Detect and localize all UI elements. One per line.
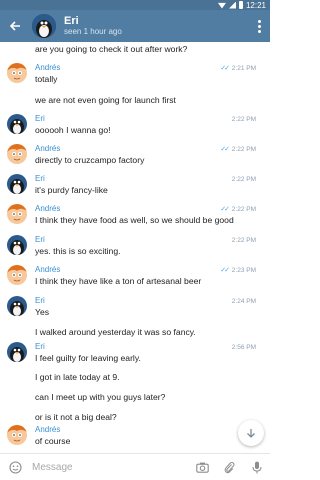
fry-avatar-icon xyxy=(7,144,27,164)
penguin-avatar-icon xyxy=(7,174,27,194)
sender-name: Eri xyxy=(35,114,45,123)
wifi-icon xyxy=(217,2,226,9)
status-bar: 12:21 xyxy=(0,0,270,10)
back-button[interactable] xyxy=(0,10,30,42)
message-input[interactable] xyxy=(30,461,189,473)
contact-name: Eri xyxy=(64,15,79,27)
message-text: of course xyxy=(35,436,71,446)
arrow-down-icon xyxy=(247,429,255,438)
microphone-icon xyxy=(252,461,261,473)
attach-button[interactable] xyxy=(216,454,243,480)
emoji-button[interactable] xyxy=(0,454,30,480)
fry-avatar[interactable] xyxy=(7,425,27,445)
header-info[interactable]: Eri seen 1 hour ago xyxy=(64,15,248,37)
message-text: it's purdy fancy-like xyxy=(35,185,108,195)
message-text: or is it not a big deal? xyxy=(35,412,117,422)
penguin-avatar[interactable] xyxy=(7,296,27,316)
sender-name: Andrés xyxy=(35,144,61,153)
message-text: I feel guilty for leaving early. xyxy=(35,353,141,363)
penguin-avatar[interactable] xyxy=(7,114,27,134)
voice-message-button[interactable] xyxy=(243,454,270,480)
sender-name: Eri xyxy=(35,296,45,305)
fry-avatar-icon xyxy=(7,265,27,285)
message-text: are you going to check it out after work… xyxy=(35,44,188,54)
penguin-avatar-icon xyxy=(7,342,27,362)
more-dot-icon xyxy=(257,29,261,33)
more-dot-icon xyxy=(257,24,261,28)
sender-name: Eri xyxy=(35,235,45,244)
message-list[interactable]: are you going to check it out after work… xyxy=(0,42,270,453)
status-time: 12:21 xyxy=(245,0,266,10)
read-check-icon: ✓✓ xyxy=(220,206,230,213)
camera-button[interactable] xyxy=(189,454,216,480)
battery-icon xyxy=(238,1,243,9)
fry-avatar-icon xyxy=(7,204,27,224)
penguin-avatar[interactable] xyxy=(7,174,27,194)
scroll-down-button[interactable] xyxy=(238,420,264,446)
message-time: ✓✓ 2:23 PM xyxy=(220,267,256,274)
message-text: I walked around yesterday it was so fanc… xyxy=(35,327,196,337)
sender-name: Eri xyxy=(35,342,45,351)
penguin-avatar[interactable] xyxy=(7,235,27,255)
fry-avatar-icon xyxy=(7,425,27,445)
read-check-icon: ✓✓ xyxy=(220,146,230,153)
sender-name: Andrés xyxy=(35,265,61,274)
status-icons: 12:21 xyxy=(217,0,266,10)
message-time: ✓✓ 2:21 PM xyxy=(220,65,256,72)
message-time: 2:22 PM xyxy=(231,176,256,183)
more-menu-button[interactable] xyxy=(248,10,270,42)
message-time: 2:24 PM xyxy=(231,298,256,305)
message-text: totally xyxy=(35,74,58,84)
paperclip-icon xyxy=(224,461,235,473)
fry-avatar[interactable] xyxy=(7,63,27,83)
fry-avatar[interactable] xyxy=(7,144,27,164)
sender-name: Eri xyxy=(35,174,45,183)
message-text: directly to cruzcampo factory xyxy=(35,155,145,165)
more-dot-icon xyxy=(257,19,261,23)
penguin-avatar-icon xyxy=(7,235,27,255)
chat-header: Eri seen 1 hour ago xyxy=(0,10,270,42)
penguin-avatar-icon xyxy=(32,14,56,38)
message-text: I think they have food as well, so we sh… xyxy=(35,215,234,225)
contact-status: seen 1 hour ago xyxy=(64,27,122,36)
signal-icon xyxy=(228,1,236,9)
message-text: I think they have like a ton of artesana… xyxy=(35,276,202,286)
message-time: 2:56 PM xyxy=(231,344,256,351)
read-check-icon: ✓✓ xyxy=(220,267,230,274)
message-text: oooooh I wanna go! xyxy=(35,125,111,135)
message-time: ✓✓ 2:22 PM xyxy=(220,146,256,153)
message-text: Yes xyxy=(35,307,50,317)
back-arrow-icon xyxy=(9,21,20,31)
sender-name: Andrés xyxy=(35,204,61,213)
message-text: yes. this is so exciting. xyxy=(35,246,121,256)
fry-avatar[interactable] xyxy=(7,265,27,285)
message-time: 2:22 PM xyxy=(231,116,256,123)
penguin-avatar-icon xyxy=(7,114,27,134)
fry-avatar[interactable] xyxy=(7,204,27,224)
fry-avatar-icon xyxy=(7,63,27,83)
smiley-icon xyxy=(8,460,22,474)
header-avatar[interactable] xyxy=(32,14,56,38)
sender-name: Andrés xyxy=(35,425,61,434)
message-text: we are not even going for launch first xyxy=(35,95,176,105)
sender-name: Andrés xyxy=(35,63,61,72)
message-time: 2:22 PM xyxy=(231,237,256,244)
message-text: I got in late today at 9. xyxy=(35,372,120,382)
penguin-avatar-icon xyxy=(7,296,27,316)
read-check-icon: ✓✓ xyxy=(220,65,230,72)
penguin-avatar[interactable] xyxy=(7,342,27,362)
message-input-bar xyxy=(0,453,270,480)
message-text: can I meet up with you guys later? xyxy=(35,392,166,402)
message-time: ✓✓ 2:22 PM xyxy=(220,206,256,213)
camera-icon xyxy=(196,462,209,473)
